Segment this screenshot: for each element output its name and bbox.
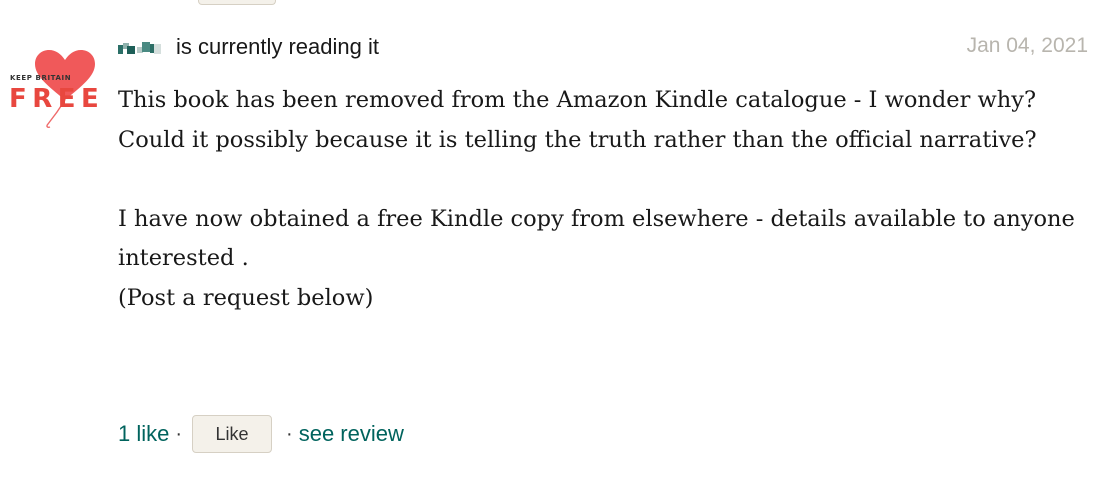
- review-blank-line: [118, 160, 1090, 200]
- post-actions: 1 like · Like · see review: [118, 414, 404, 454]
- user-avatar[interactable]: KEEP BRITAIN FREE: [8, 26, 108, 136]
- previous-item-button-edge: [198, 0, 276, 5]
- separator-dot: ·: [175, 422, 183, 445]
- avatar-text-main: FREE: [9, 84, 104, 114]
- review-text: This book has been removed from the Amaz…: [118, 81, 1090, 318]
- avatar-text-top: KEEP BRITAIN: [10, 74, 71, 82]
- post-date[interactable]: Jan 04, 2021: [967, 34, 1088, 58]
- status-text: is currently reading it: [176, 34, 379, 59]
- user-name-pixelated[interactable]: [118, 36, 166, 58]
- review-line: This book has been removed from the Amaz…: [118, 87, 1037, 113]
- like-button[interactable]: Like: [192, 415, 273, 453]
- review-line: (Post a request below): [118, 284, 374, 311]
- review-line: Could it possibly because it is telling …: [118, 126, 1037, 153]
- reading-status-line: is currently reading it: [118, 30, 379, 64]
- separator-dot: ·: [286, 422, 293, 445]
- likes-count-link[interactable]: 1 like: [118, 421, 169, 447]
- review-line: I have now obtained a free Kindle copy f…: [118, 205, 1075, 272]
- see-review-link[interactable]: see review: [299, 421, 404, 447]
